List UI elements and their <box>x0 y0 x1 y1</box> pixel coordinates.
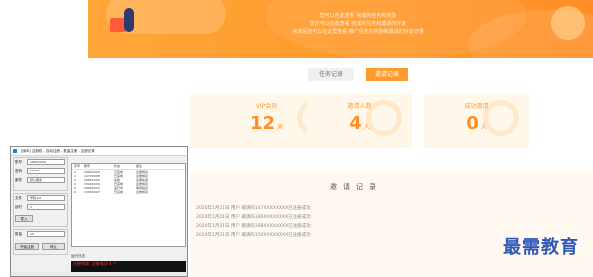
stat-value: 4 <box>349 113 362 134</box>
tab-task-records[interactable]: 任务记录 <box>308 68 354 81</box>
record-row: 2020年1月21日 用户 邀请码147XXXXXXXX已注册成功 <box>196 206 311 211</box>
app-icon <box>13 149 17 153</box>
column-header[interactable]: 状态 <box>114 164 136 168</box>
hero-banner: 您可以在此查看 完成的任务和奖励 您还可以在此查看 完成的任务和邀请的好友 完成… <box>88 0 593 58</box>
stat-title: 成功邀请 <box>464 103 489 110</box>
watermark-logo: 最需教育 <box>503 237 579 258</box>
status-bar <box>11 272 187 276</box>
stat-unit: 人 <box>363 124 370 131</box>
start-button[interactable]: 开始注册 <box>15 243 39 250</box>
log-label: 运行日志 <box>71 254 85 258</box>
file-label: 文件 <box>15 196 22 200</box>
cell: 已完成 <box>114 190 124 194</box>
count-label: 数量 <box>15 232 22 236</box>
stop-button[interactable]: 停止 <box>42 243 65 250</box>
results-list[interactable]: 序号 账号 状态 备注 1 186XXXX5 已完成 注册成功 2 147XXXX8 已完成 注册… <box>71 163 186 247</box>
server-select[interactable]: 默认服务 <box>27 177 65 183</box>
stat-unit: 人 <box>480 124 487 131</box>
cell: 注册成功 <box>136 190 149 194</box>
server-label: 服务 <box>15 178 22 182</box>
stat-title: 邀请人数 <box>347 103 372 110</box>
pwd-input[interactable]: ****** <box>27 168 65 174</box>
record-row: 2020年1月21日 用户 邀请码150XXXXXXXX已注册成功 <box>196 233 311 238</box>
coin-illustration <box>551 6 585 40</box>
stat-card-success: 成功邀请 0人 <box>424 94 529 148</box>
window-title: [版本] 注册机 - 自动注册 - 批量注册 - 注册记录 <box>21 149 95 153</box>
acct-input[interactable]: 186XXXX8 <box>27 159 65 165</box>
cell: 6 <box>74 190 76 194</box>
import-button[interactable]: 导入 <box>15 215 33 222</box>
records-panel: 邀请记录 2020年1月21日 用户 邀请码147XXXXXXXX已注册成功 2… <box>190 172 593 277</box>
column-header[interactable]: 序号 <box>72 164 84 168</box>
cell: 139XXXX7 <box>84 190 100 194</box>
banner-text-line: 您还可以在此查看 完成的任务和邀请的好友 <box>309 21 407 27</box>
delay-input[interactable]: 3 <box>27 204 65 210</box>
stat-value-wrap: 4人 <box>307 113 412 134</box>
column-header[interactable]: 备注 <box>136 164 176 168</box>
file-input[interactable]: 号码.txt <box>27 195 65 201</box>
pwd-label: 密码 <box>15 169 22 173</box>
tab-invite-records[interactable]: 邀请记录 <box>366 68 408 81</box>
record-row: 2020年1月21日 用户 邀请码188XXXXXXXX已注册成功 <box>196 224 311 229</box>
stat-value: 12 <box>249 113 276 134</box>
app-window-screenshot: [版本] 注册机 - 自动注册 - 批量注册 - 注册记录 账号 186XXXX… <box>10 146 188 277</box>
banner-text-line: 您可以在此查看 完成的任务和奖励 <box>319 13 397 19</box>
record-row: 2020年1月21日 用户 邀请码186XXXXXXXX已注册成功 <box>196 215 311 220</box>
person-illustration <box>124 8 134 32</box>
panel-title: 邀请记录 <box>330 183 382 191</box>
delay-label: 延时 <box>15 205 22 209</box>
stat-value-wrap: 0人 <box>424 113 529 134</box>
stat-unit: 天 <box>277 124 284 131</box>
acct-label: 账号 <box>15 160 22 164</box>
results-pane: 任务结果导入数据设置帮助 序号账号状态备注 1186XXXX5已完成注册成功 2… <box>71 157 186 247</box>
window-titlebar: [版本] 注册机 - 自动注册 - 批量注册 - 注册记录 <box>11 147 187 156</box>
count-input[interactable]: 10 <box>27 231 65 237</box>
stat-card-invites: 邀请人数 4人 <box>307 94 412 148</box>
stat-value: 0 <box>466 113 479 134</box>
table-row[interactable]: 6 139XXXX7 已完成 注册成功 <box>72 190 185 194</box>
banner-text-line: 完成后还可以在这里查看 推广任务的奖励和邀请的好友记录 <box>292 29 424 35</box>
column-header[interactable]: 账号 <box>84 164 114 168</box>
